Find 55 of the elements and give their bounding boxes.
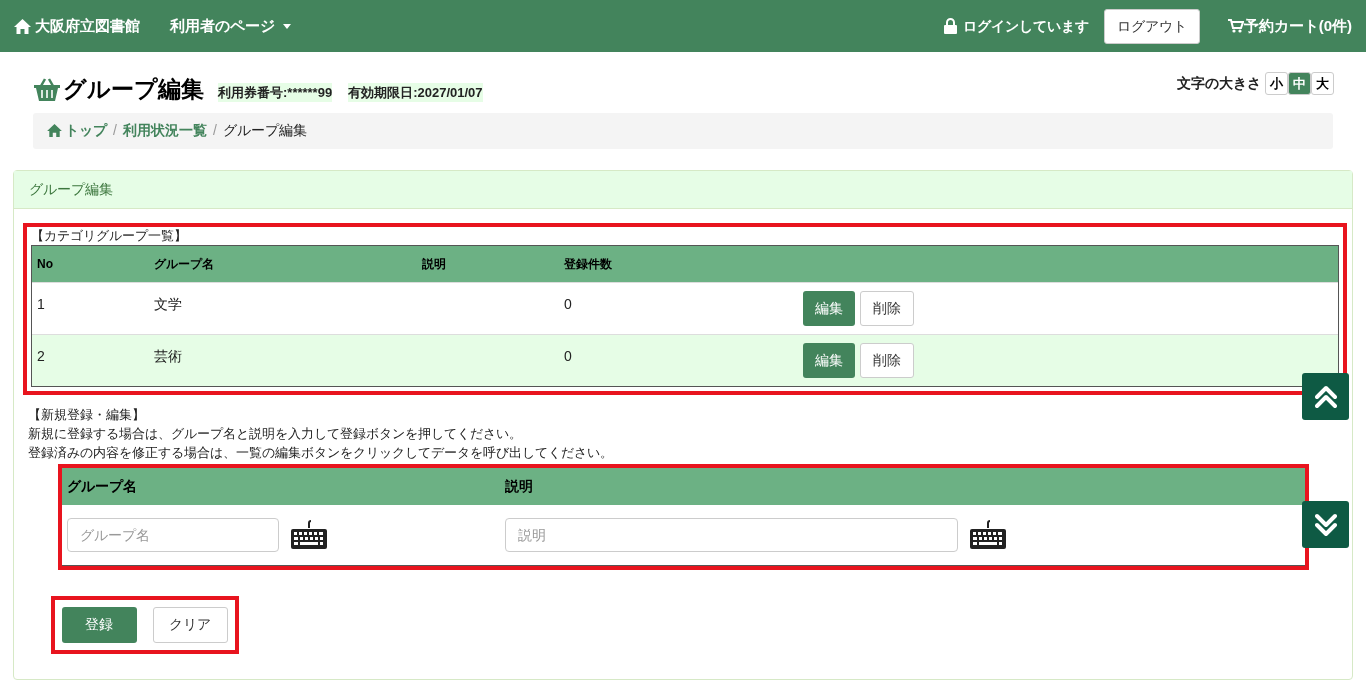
table-cell-text: 0 [563, 346, 573, 366]
double-chevron-up-icon [1314, 384, 1337, 409]
column-header: No [36, 255, 54, 273]
scroll-up-button[interactable] [1302, 373, 1349, 420]
table-cell-text: 芸術 [153, 346, 183, 366]
font-size-option[interactable]: 大 [1311, 72, 1334, 95]
panel-heading: グループ編集 [14, 170, 1352, 209]
card-number: 利用券番号:******99 [218, 82, 333, 102]
page-title: グループ編集 [63, 75, 204, 104]
column-header: グループ名 [153, 255, 215, 273]
logout-button[interactable]: ログアウト [1103, 8, 1200, 44]
home-icon [47, 124, 62, 137]
font-size-label: 文字の大きさ [1177, 74, 1261, 93]
column-header: 登録件数 [563, 255, 613, 273]
edit-button[interactable]: 編集 [803, 342, 855, 378]
column-header: グループ名 [66, 476, 138, 496]
user-menu[interactable]: 利用者のページ [170, 14, 291, 38]
cart-link[interactable]: 予約カート(0件) [1227, 14, 1352, 38]
edit-button[interactable]: 編集 [803, 290, 855, 326]
caret-icon [283, 23, 291, 29]
expiry-date: 有効期限日:2027/01/07 [348, 82, 483, 102]
home-icon [14, 18, 31, 34]
table-cell-text: 2 [36, 346, 46, 366]
delete-button[interactable]: 削除 [860, 290, 914, 326]
breadcrumb-link[interactable]: トップ [47, 120, 107, 141]
lock-icon [943, 18, 957, 34]
breadcrumb-separator: / [113, 121, 117, 140]
instruction-text: 登録済みの内容を修正する場合は、一覧の編集ボタンをクリックしてデータを呼び出してください。 [28, 443, 614, 462]
login-status: ログインしています [962, 16, 1089, 36]
breadcrumb-separator: / [212, 121, 217, 140]
breadcrumb-link[interactable]: 利用状況一覧 [122, 120, 207, 141]
keyboard-icon[interactable] [969, 519, 1007, 550]
double-chevron-down-icon [1314, 512, 1337, 537]
font-size-option[interactable]: 小 [1265, 72, 1288, 95]
table-cell-text: 1 [36, 294, 46, 314]
table-cell-text: 0 [563, 294, 573, 314]
keyboard-icon[interactable] [290, 519, 328, 550]
font-size-option[interactable]: 中 [1288, 72, 1311, 95]
column-header: 説明 [504, 476, 534, 496]
section-heading: 【新規登録・編集】 [28, 405, 146, 424]
column-header: 説明 [421, 255, 447, 273]
scroll-down-button[interactable] [1302, 501, 1349, 548]
section-heading: 【カテゴリグループ一覧】 [31, 226, 188, 245]
home-link[interactable]: 大阪府立図書館 [14, 14, 140, 38]
register-button[interactable]: 登録 [62, 606, 137, 643]
delete-button[interactable]: 削除 [860, 342, 914, 378]
instruction-text: 新規に登録する場合は、グループ名と説明を入力して登録ボタンを押してください。 [28, 424, 523, 443]
basket-icon [34, 76, 60, 103]
clear-button[interactable]: クリア [153, 606, 228, 643]
breadcrumb-current: グループ編集 [222, 121, 307, 140]
cart-icon [1227, 19, 1244, 33]
text-input-field[interactable]: 説明 [505, 517, 958, 552]
text-input-field[interactable]: グループ名 [67, 517, 279, 552]
breadcrumb-text: トップ [65, 121, 107, 140]
table-cell-text: 文学 [153, 294, 183, 314]
